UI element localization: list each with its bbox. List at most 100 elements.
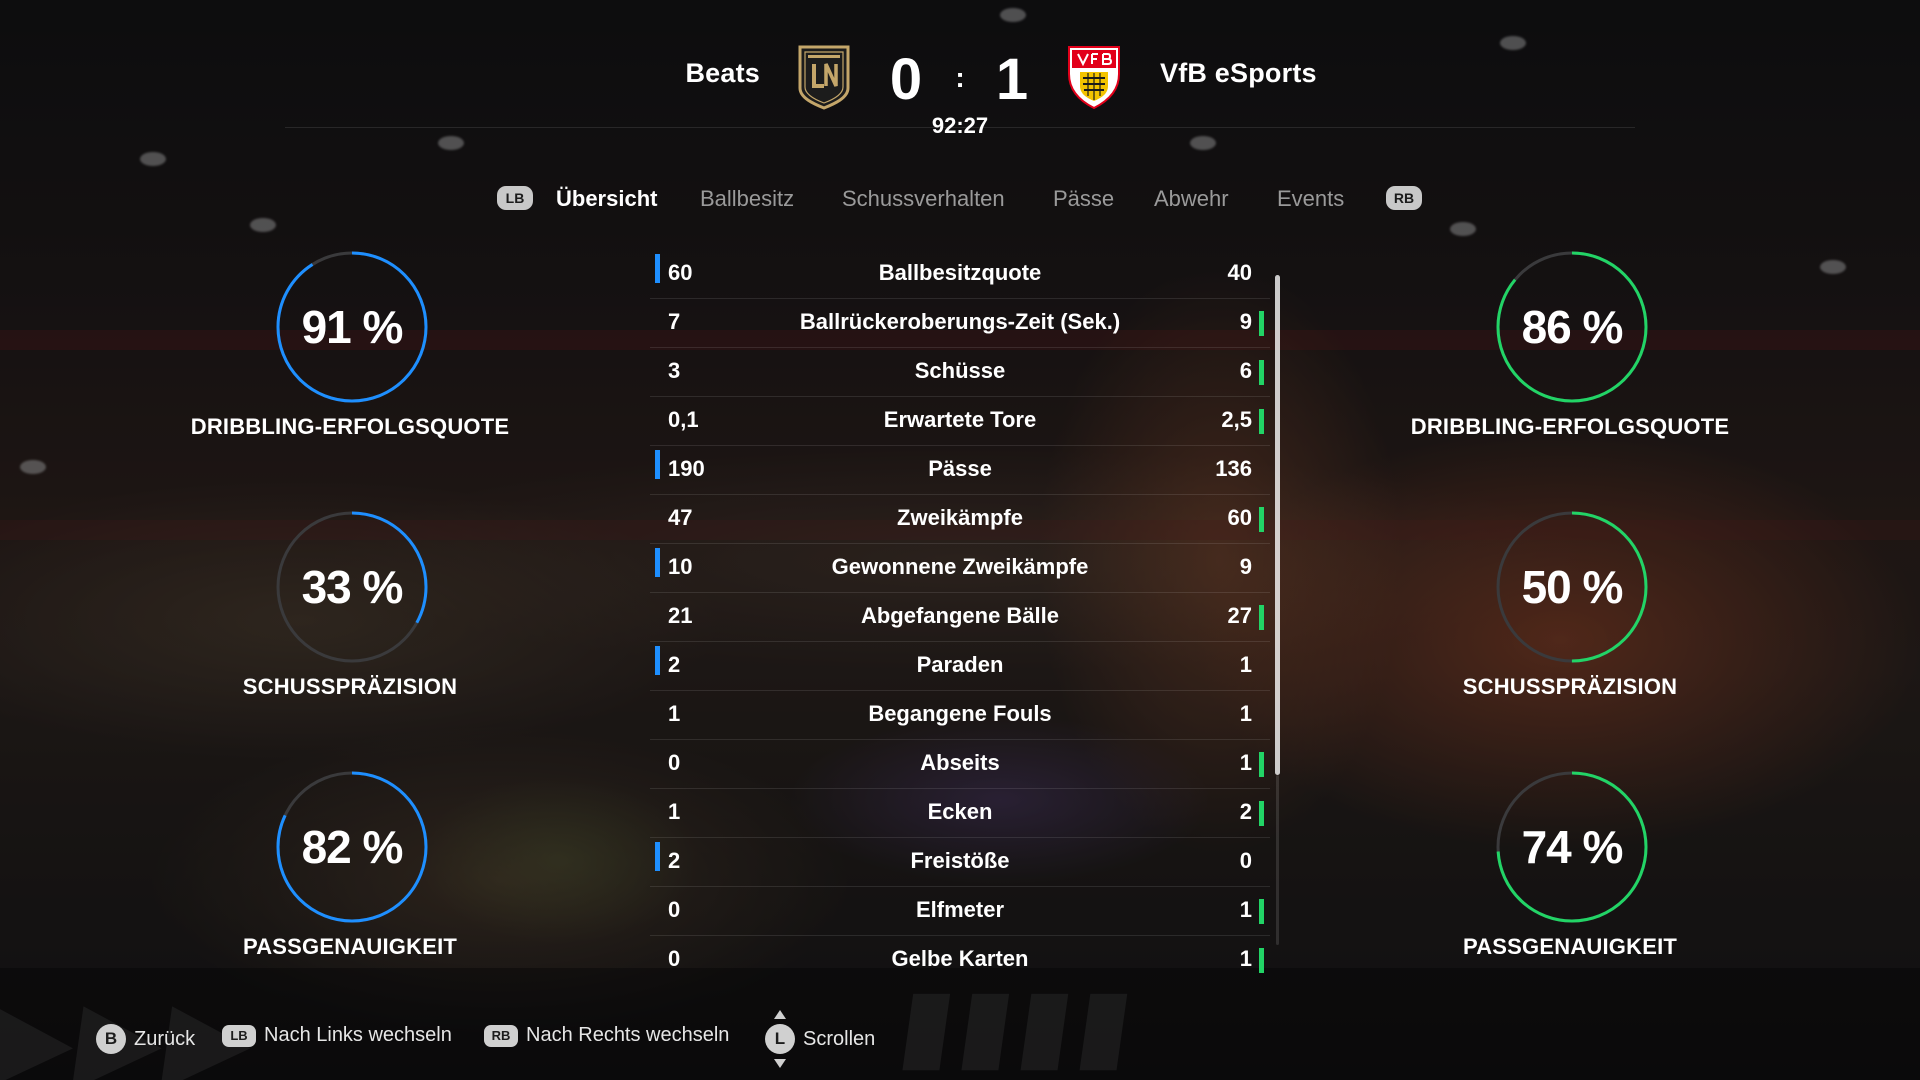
tab-uebersicht[interactable]: Übersicht: [556, 186, 657, 212]
match-header: Beats 0 : 1 VfB eSports 92:27: [0, 0, 1920, 150]
stat-home-value: 3: [668, 358, 681, 383]
stat-away-value: 1: [1239, 750, 1252, 775]
stat-home-value: 7: [668, 309, 681, 334]
stat-away-value: 136: [1215, 456, 1252, 481]
switch-right-label: Nach Rechts wechseln: [526, 1024, 730, 1046]
switch-right-hint[interactable]: RB Nach Rechts wechseln: [484, 1024, 729, 1047]
away-leader-indicator: [1259, 801, 1264, 826]
home-score: 0: [889, 47, 923, 112]
b-button-icon: B: [96, 1024, 126, 1054]
away-dribbling-ring: 86 % DRIBBLING-ERFOLGSQUOTE: [1400, 250, 1740, 480]
tab-abwehr[interactable]: Abwehr: [1154, 186, 1229, 212]
stat-label: Gelbe Karten: [891, 946, 1029, 971]
stat-row: 190 Pässe 136: [650, 446, 1270, 495]
stat-label: Gewonnene Zweikämpfe: [831, 554, 1089, 579]
stat-away-value: 1: [1239, 652, 1252, 677]
stat-away-value: 1: [1239, 946, 1252, 971]
stat-label: Pässe: [928, 456, 992, 481]
stat-away-value: 27: [1227, 603, 1252, 628]
stat-home-value: 0,1: [668, 407, 699, 432]
arrow-up-icon: [774, 1010, 786, 1019]
away-leader-indicator: [1259, 752, 1264, 777]
stat-away-value: 6: [1239, 358, 1252, 383]
stat-label: Abseits: [920, 750, 1000, 775]
stat-label: Schüsse: [914, 358, 1006, 383]
scroll-hint[interactable]: L Scrollen: [765, 1010, 876, 1068]
l-stick-button: L: [765, 1024, 795, 1054]
stat-row: 1 Ecken 2: [650, 789, 1270, 838]
ring-label: SCHUSSPRÄZISION: [242, 674, 458, 699]
header-divider: [285, 127, 1635, 128]
stat-away-value: 2: [1239, 799, 1252, 824]
home-pass-accuracy-ring: 82 % PASSGENAUIGKEIT: [180, 770, 520, 1000]
stats-scrollbar-track[interactable]: [1276, 775, 1279, 945]
ring-value: 86 %: [1521, 301, 1624, 353]
rb-button-icon: RB: [484, 1024, 518, 1047]
stat-home-value: 60: [668, 260, 693, 285]
ring-value: 82 %: [301, 821, 404, 873]
stat-row: 0 Elfmeter 1: [650, 887, 1270, 936]
back-label: Zurück: [134, 1027, 196, 1050]
stat-label: Ecken: [927, 799, 993, 824]
away-team-name: VfB eSports: [1160, 58, 1317, 88]
away-leader-indicator: [1259, 409, 1264, 434]
stat-label: Paraden: [916, 652, 1004, 677]
tab-ballbesitz[interactable]: Ballbesitz: [700, 186, 794, 212]
left-stick-icon: L: [765, 1010, 795, 1068]
stat-row: 3 Schüsse 6: [650, 348, 1270, 397]
ring-label: PASSGENAUIGKEIT: [242, 934, 458, 959]
stats-scrollbar-thumb[interactable]: [1275, 275, 1280, 775]
home-team-name: Beats: [685, 58, 760, 88]
stadium-light: [140, 152, 166, 166]
match-stats-table[interactable]: 60 Ballbesitzquote 40 7 Ballrückeroberungs-Z…: [650, 250, 1270, 975]
stadium-light: [250, 218, 276, 232]
stat-label: Abgefangene Bälle: [860, 603, 1060, 628]
stat-row: 60 Ballbesitzquote 40: [650, 250, 1270, 299]
stat-home-value: 0: [668, 750, 681, 775]
scroll-label: Scrollen: [803, 1027, 876, 1050]
back-hint[interactable]: B Zurück: [96, 1024, 195, 1054]
ring-label: DRIBBLING-ERFOLGSQUOTE: [1410, 414, 1730, 439]
ring-label: DRIBBLING-ERFOLGSQUOTE: [190, 414, 510, 439]
tab-schussverhalten[interactable]: Schussverhalten: [842, 186, 1005, 212]
stat-label: Erwartete Tore: [883, 407, 1037, 432]
stat-home-value: 1: [668, 799, 681, 824]
ring-value: 91 %: [301, 301, 404, 353]
stat-row: 1 Begangene Fouls 1: [650, 691, 1270, 740]
home-leader-indicator: [655, 646, 660, 675]
stat-away-value: 1: [1239, 701, 1252, 726]
stat-home-value: 21: [668, 603, 693, 628]
stat-home-value: 10: [668, 554, 693, 579]
away-leader-indicator: [1259, 605, 1264, 630]
stat-away-value: 1: [1239, 897, 1252, 922]
away-score: 1: [995, 47, 1029, 112]
stat-row: 10 Gewonnene Zweikämpfe 9: [650, 544, 1270, 593]
stat-away-value: 2,5: [1221, 407, 1252, 432]
stat-home-value: 0: [668, 897, 681, 922]
ring-label: SCHUSSPRÄZISION: [1462, 674, 1678, 699]
stat-away-value: 60: [1227, 505, 1252, 530]
lb-button-icon: LB: [222, 1024, 256, 1047]
switch-left-hint[interactable]: LB Nach Links wechseln: [222, 1024, 452, 1047]
stat-row: 2 Freistöße 0: [650, 838, 1270, 887]
tab-paesse[interactable]: Pässe: [1053, 186, 1114, 212]
away-leader-indicator: [1259, 360, 1264, 385]
stat-row: 0 Abseits 1: [650, 740, 1270, 789]
arrow-down-icon: [774, 1059, 786, 1068]
stat-row: 0 Gelbe Karten 1: [650, 936, 1270, 985]
home-leader-indicator: [655, 842, 660, 871]
stats-tab-bar: LB Übersicht Ballbesitz Schussverhalten …: [0, 182, 1920, 218]
away-shot-accuracy-ring: 50 % SCHUSSPRÄZISION: [1400, 510, 1740, 740]
rb-button-icon[interactable]: RB: [1386, 186, 1422, 210]
stat-label: Ballrückeroberungs-Zeit (Sek.): [799, 309, 1121, 334]
score-separator: :: [955, 62, 965, 93]
tab-events[interactable]: Events: [1277, 186, 1344, 212]
stadium-light: [1820, 260, 1846, 274]
away-leader-indicator: [1259, 507, 1264, 532]
away-leader-indicator: [1259, 899, 1264, 924]
button-hint-bar: B Zurück LB Nach Links wechseln RB Nach …: [0, 1010, 1920, 1070]
stat-away-value: 0: [1239, 848, 1252, 873]
match-clock: 92:27: [931, 113, 989, 138]
lb-button-icon[interactable]: LB: [497, 186, 533, 210]
stat-home-value: 1: [668, 701, 681, 726]
